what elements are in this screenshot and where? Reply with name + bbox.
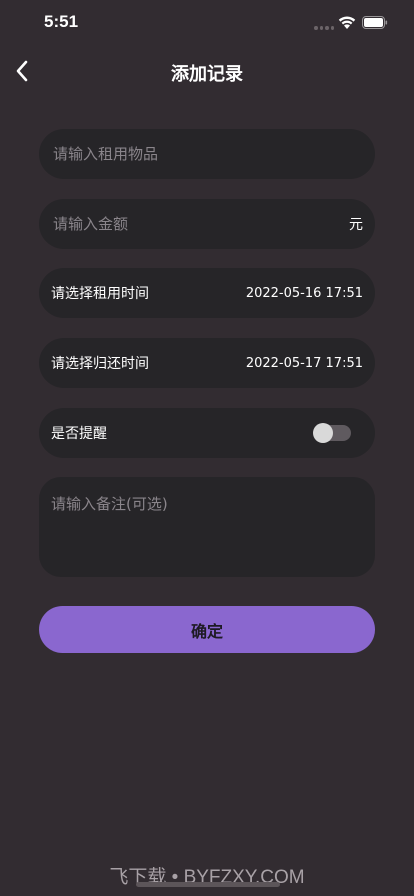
wifi-icon (338, 16, 356, 29)
item-field[interactable] (39, 129, 375, 179)
amount-input[interactable] (51, 214, 349, 234)
notes-field[interactable] (39, 477, 375, 577)
return-time-value: 2022-05-17 17:51 (245, 355, 363, 371)
return-time-label: 请选择归还时间 (51, 356, 149, 372)
rent-time-picker[interactable]: 请选择租用时间 2022-05-16 17:51 (39, 268, 375, 318)
item-input[interactable] (51, 144, 363, 164)
cellular-signal-icon (314, 26, 334, 30)
battery-icon (362, 16, 388, 29)
toggle-knob (313, 423, 333, 443)
confirm-button[interactable]: 确定 (39, 606, 375, 653)
page-title: 添加记录 (171, 64, 243, 85)
rent-time-value: 2022-05-16 17:51 (245, 285, 363, 301)
navigation-bar: 添加记录 (0, 46, 414, 98)
home-indicator (136, 882, 280, 887)
rent-time-label: 请选择租用时间 (51, 286, 149, 302)
reminder-toggle[interactable] (313, 423, 351, 443)
reminder-label: 是否提醒 (51, 426, 107, 442)
reminder-row: 是否提醒 (39, 408, 375, 458)
status-time: 5:51 (44, 12, 79, 31)
amount-field[interactable]: 元 (39, 199, 375, 249)
return-time-picker[interactable]: 请选择归还时间 2022-05-17 17:51 (39, 338, 375, 388)
status-bar: 5:51 (0, 0, 414, 46)
amount-unit: 元 (349, 217, 363, 233)
notes-input[interactable] (51, 493, 363, 561)
